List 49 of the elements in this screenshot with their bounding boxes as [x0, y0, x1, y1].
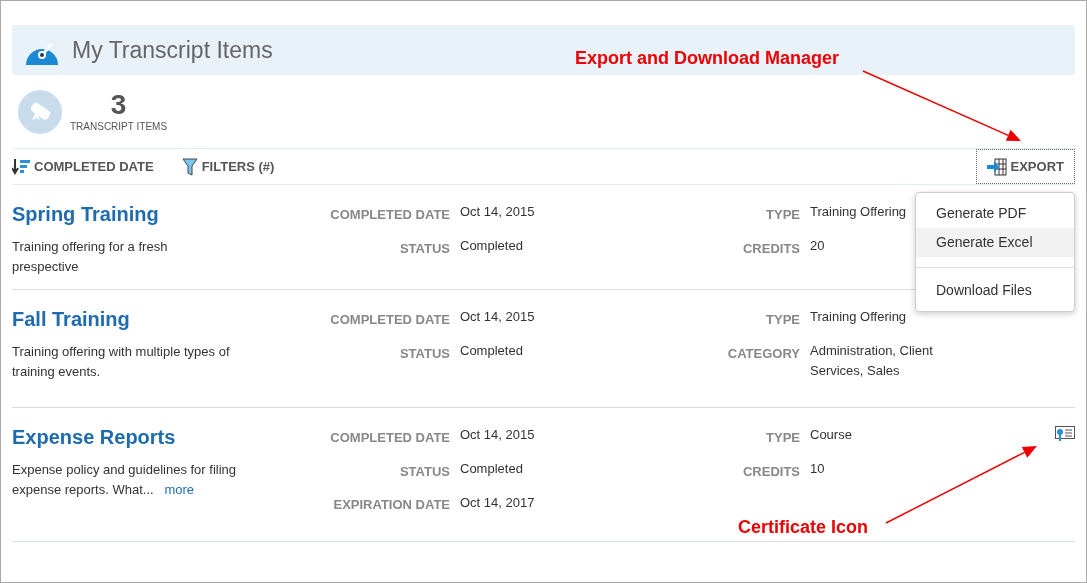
item-title-link[interactable]: Expense Reports [12, 422, 312, 452]
field-label: CATEGORY [726, 344, 800, 363]
field-value: 10 [810, 460, 825, 478]
menu-item[interactable]: Generate PDF [916, 199, 1074, 228]
field-label: COMPLETED DATE [329, 311, 450, 329]
export-button[interactable]: EXPORT [975, 148, 1075, 185]
field-label: STATUS [398, 239, 450, 258]
certificate-icon[interactable] [1055, 426, 1075, 442]
sort-icon [12, 158, 30, 175]
field-value: Training Offering [810, 308, 907, 326]
item-title-link[interactable]: Fall Training [12, 304, 312, 334]
field-label: STATUS [398, 344, 450, 363]
item-title-link[interactable]: Spring Training [12, 199, 312, 229]
annotation-label: Certificate Icon [738, 516, 869, 539]
diploma-icon [18, 90, 62, 134]
item-count: 3 [109, 90, 128, 119]
menu-item[interactable]: Download Files [916, 276, 1074, 305]
page-title: My Transcript Items [72, 35, 273, 65]
field-label: CREDITS [741, 462, 800, 481]
field-value: Administration, Client Services, Sales [810, 342, 934, 380]
field-label: TYPE [765, 429, 800, 447]
field-label: COMPLETED DATE [329, 429, 450, 447]
export-icon [986, 157, 1007, 176]
filter-icon [181, 157, 198, 176]
field-value: Completed [460, 342, 523, 360]
sort-button[interactable]: COMPLETED DATE [12, 156, 154, 177]
field-label: TYPE [765, 311, 800, 329]
field-label: STATUS [398, 462, 450, 481]
field-value: Oct 14, 2015 [460, 308, 535, 326]
field-value: Course [810, 426, 852, 444]
more-link[interactable]: more [164, 482, 195, 497]
field-value: Completed [460, 460, 523, 478]
item-description: Training offering for a fresh prespective [12, 238, 169, 276]
field-value: Oct 14, 2015 [460, 203, 535, 221]
field-value: Oct 14, 2015 [460, 426, 535, 444]
field-label: CREDITS [741, 239, 800, 258]
field-label: EXPIRATION DATE [332, 496, 450, 514]
field-value: Training Offering [810, 203, 907, 221]
count-label: TRANSCRIPT ITEMS [70, 119, 168, 134]
field-value: Oct 14, 2017 [460, 494, 535, 512]
filters-button[interactable]: FILTERS (#) [181, 156, 275, 177]
field-value: 20 [810, 237, 825, 255]
annotation-label: Export and Download Manager [575, 47, 840, 70]
menu-item[interactable]: Generate Excel [916, 228, 1074, 257]
item-description: Training offering with multiple types of training events. [12, 343, 231, 381]
field-label: TYPE [765, 206, 800, 224]
field-label: COMPLETED DATE [329, 206, 450, 224]
field-value: Completed [460, 237, 523, 255]
item-description: Expense policy and guidelines for filing expense reports. What... more [12, 461, 237, 499]
